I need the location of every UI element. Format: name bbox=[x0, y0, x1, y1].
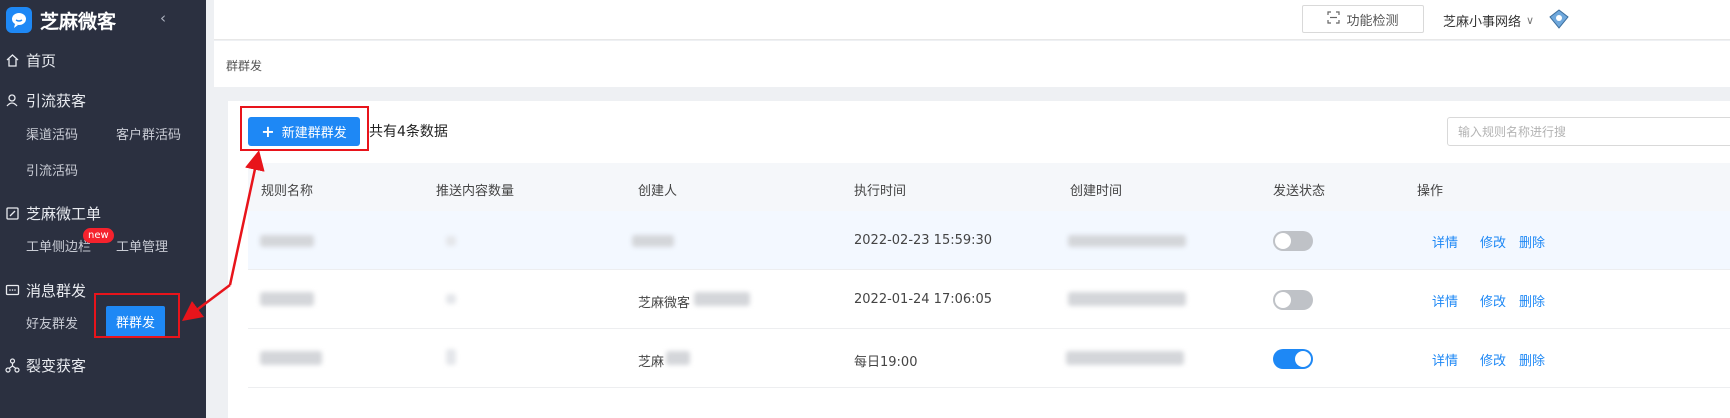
annotation-arrows bbox=[182, 150, 265, 321]
arrow-to-new-button bbox=[228, 150, 265, 286]
arrow-to-sidebar bbox=[182, 284, 231, 321]
